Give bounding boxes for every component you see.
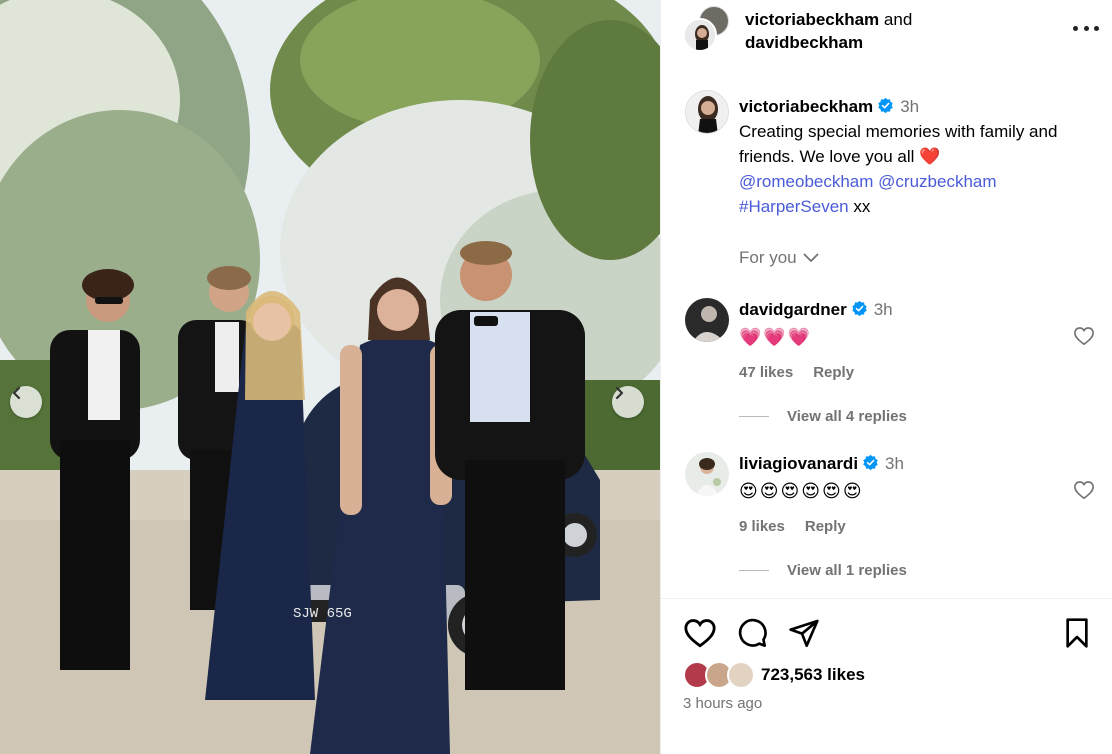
hashtag-harperseven[interactable]: #HarperSeven	[739, 197, 849, 216]
avatar	[683, 18, 717, 52]
post-photo: SJW 65G	[0, 0, 660, 754]
chevron-left-icon	[12, 386, 21, 400]
for-you-label: For you	[739, 248, 797, 267]
view-replies-label: View all 1 replies	[787, 562, 907, 579]
comment-time[interactable]: 3h	[885, 454, 904, 473]
verified-badge-icon	[863, 454, 878, 471]
caption-emoji: ❤️	[919, 147, 941, 166]
view-replies-label: View all 4 replies	[787, 408, 907, 425]
likes-count[interactable]: 723,563 likes	[761, 665, 865, 685]
share-icon[interactable]	[787, 617, 821, 649]
comment-text: 💗💗💗	[739, 327, 813, 347]
chevron-right-icon	[615, 386, 624, 400]
view-replies-button[interactable]: View all 1 replies	[739, 562, 907, 579]
mention-romeobeckham[interactable]: @romeobeckham	[739, 172, 873, 191]
heart-icon[interactable]	[1073, 326, 1095, 346]
header-username-1[interactable]: victoriabeckham	[745, 10, 879, 29]
post-details-panel: victoriabeckham and davidbeckham victori…	[660, 0, 1112, 754]
verified-badge-icon	[878, 97, 893, 114]
view-replies-button[interactable]: View all 4 replies	[739, 408, 907, 425]
collab-avatars[interactable]	[683, 6, 729, 52]
avatar	[727, 661, 755, 689]
more-horizontal-icon[interactable]	[1073, 22, 1099, 34]
comment-time[interactable]: 3h	[874, 300, 893, 319]
post-actions: 723,563 likes 3 hours ago	[661, 598, 1112, 754]
family-photo-illustration: SJW 65G	[0, 0, 660, 754]
next-photo-button[interactable]	[612, 386, 644, 418]
verified-badge-icon	[851, 300, 867, 317]
heart-icon[interactable]	[683, 617, 717, 649]
comment-reply-button[interactable]: Reply	[813, 364, 854, 381]
caption-suffix: xx	[853, 197, 871, 216]
comment-reply-button[interactable]: Reply	[805, 518, 846, 535]
heart-icon[interactable]	[1073, 480, 1095, 500]
post-header: victoriabeckham and davidbeckham	[661, 0, 1112, 66]
chevron-down-icon	[803, 253, 819, 262]
comment-likes[interactable]: 9 likes	[739, 518, 785, 535]
post-timestamp[interactable]: 3 hours ago	[683, 695, 762, 712]
license-plate: SJW 65G	[293, 606, 352, 622]
mention-cruzbeckham[interactable]: @cruzbeckham	[878, 172, 996, 191]
header-username-2[interactable]: davidbeckham	[745, 33, 863, 52]
caption-time[interactable]: 3h	[900, 97, 919, 116]
comment-username[interactable]: davidgardner	[739, 300, 847, 319]
previous-photo-button[interactable]	[10, 386, 42, 418]
likes-summary[interactable]: 723,563 likes	[683, 661, 865, 689]
comment-icon[interactable]	[735, 617, 769, 649]
collab-names: victoriabeckham and davidbeckham	[745, 8, 912, 54]
caption-text: Creating special memories with family an…	[739, 122, 1058, 166]
header-connector: and	[883, 10, 913, 29]
caption-username[interactable]: victoriabeckham	[739, 97, 873, 116]
avatar[interactable]	[685, 90, 729, 134]
comment-username[interactable]: liviagiovanardi	[739, 454, 858, 473]
bookmark-icon[interactable]	[1063, 617, 1091, 649]
avatar[interactable]	[685, 298, 729, 342]
comment-likes[interactable]: 47 likes	[739, 364, 793, 381]
for-you-toggle[interactable]: For you	[739, 248, 819, 268]
comment-text: 😍😍😍😍😍😍	[739, 481, 864, 501]
liker-avatars	[683, 661, 757, 689]
avatar[interactable]	[685, 452, 729, 496]
